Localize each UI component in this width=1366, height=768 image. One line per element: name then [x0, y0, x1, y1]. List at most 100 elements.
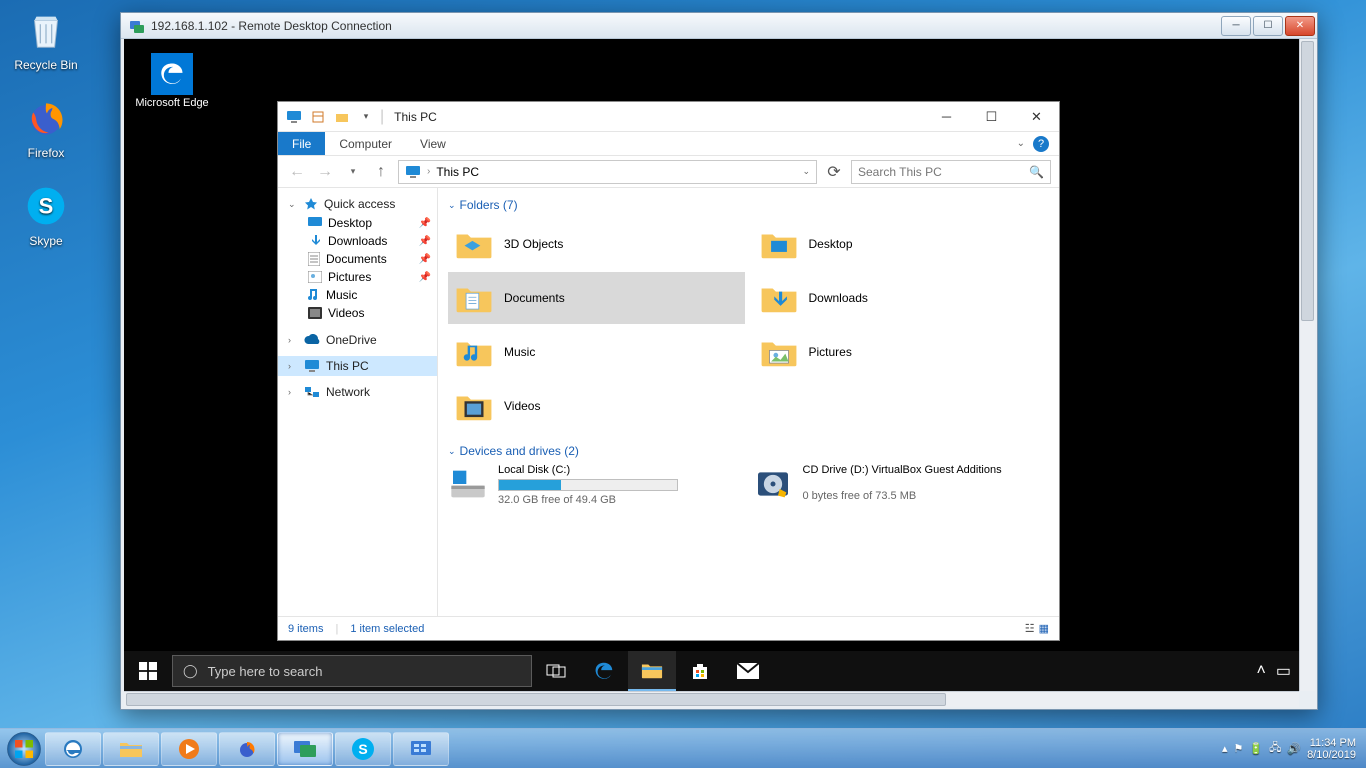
navpane-qa-documents[interactable]: Documents📌 [278, 250, 437, 268]
tray-network-icon[interactable]: 🖧 [1269, 739, 1281, 758]
folder-downloads[interactable]: Downloads [753, 272, 1050, 324]
explorer-titlebar[interactable]: ▾ | This PC ─ ☐ ✕ [278, 102, 1059, 132]
view-details-icon[interactable]: ☳ [1025, 622, 1035, 635]
navpane-qa-music[interactable]: Music [278, 286, 437, 304]
explorer-status-bar: 9 items | 1 item selected ☳ ▦ [278, 616, 1059, 640]
navpane-this-pc[interactable]: ›This PC [278, 356, 437, 376]
folder-videos[interactable]: Videos [448, 380, 745, 432]
ribbon-help-icon[interactable]: ? [1033, 136, 1049, 152]
host-start-button[interactable] [4, 729, 44, 768]
navpane-qa-downloads[interactable]: Downloads📌 [278, 232, 437, 250]
explorer-ribbon: File Computer View ⌄ ? [278, 132, 1059, 156]
ribbon-tab-view[interactable]: View [406, 132, 460, 155]
nav-up-button[interactable]: ↑ [370, 161, 392, 183]
drive-cd-d[interactable]: CD Drive (D:) VirtualBox Guest Additions… [753, 464, 1050, 506]
explorer-address-bar: ← → ▾ ↑ › This PC ⌄ ⟳ Search This PC [278, 156, 1059, 188]
ribbon-tab-file[interactable]: File [278, 132, 325, 155]
taskbar-explorer-icon[interactable] [628, 651, 676, 691]
explorer-maximize-button[interactable]: ☐ [969, 102, 1014, 131]
task-view-button[interactable] [532, 651, 580, 691]
thispc-icon [405, 165, 421, 179]
rdc-app-icon [129, 18, 145, 34]
rdc-maximize-button[interactable]: ☐ [1253, 16, 1283, 36]
host-taskbar-controlpanel-icon[interactable] [393, 732, 449, 766]
host-taskbar-skype-icon[interactable]: S [335, 732, 391, 766]
tray-volume-icon[interactable]: 🔊 [1287, 742, 1301, 755]
navpane-onedrive[interactable]: ›OneDrive [278, 330, 437, 350]
tray-battery-icon[interactable]: 🔋 [1249, 742, 1263, 755]
skype-icon[interactable]: S Skype [6, 182, 86, 248]
taskbar-edge-icon[interactable] [580, 651, 628, 691]
navpane-quick-access[interactable]: ⌄ Quick access [278, 194, 437, 214]
ribbon-tab-computer[interactable]: Computer [325, 132, 406, 155]
qat-newfolder-icon[interactable] [332, 107, 352, 127]
taskbar-mail-icon[interactable] [724, 651, 772, 691]
skype-label: Skype [6, 234, 86, 248]
remote-desktop-icons: Microsoft Edge [134, 53, 210, 109]
taskbar-search-input[interactable]: ◯ Type here to search [172, 655, 532, 687]
pc-icon [304, 359, 320, 373]
host-taskbar-mediaplayer-icon[interactable] [161, 732, 217, 766]
explorer-title: This PC [394, 110, 437, 124]
rdc-close-button[interactable]: ✕ [1285, 16, 1315, 36]
host-taskbar-ie-icon[interactable] [45, 732, 101, 766]
ribbon-expand-icon[interactable]: ⌄ [1017, 138, 1025, 149]
tray-chevron-up-icon[interactable]: ˄ [1257, 662, 1266, 680]
devices-group-header[interactable]: ⌄Devices and drives (2) [448, 444, 1049, 458]
host-taskbar-rdc-icon[interactable] [277, 732, 333, 766]
explorer-window: ▾ | This PC ─ ☐ ✕ File Computer [277, 101, 1060, 641]
folders-group-header[interactable]: ⌄Folders (7) [448, 198, 1049, 212]
start-button[interactable] [124, 651, 172, 691]
host-taskbar-firefox-icon[interactable] [219, 732, 275, 766]
address-dropdown-icon[interactable]: ⌄ [802, 166, 810, 177]
pin-icon: 📌 [419, 236, 431, 247]
tray-action-center-icon[interactable]: ▭ [1276, 661, 1291, 681]
navpane-qa-videos[interactable]: Videos [278, 304, 437, 322]
rdc-titlebar[interactable]: 192.168.1.102 - Remote Desktop Connectio… [121, 13, 1317, 39]
qat-properties-icon[interactable] [308, 107, 328, 127]
refresh-button[interactable]: ⟳ [823, 162, 845, 182]
edge-icon[interactable]: Microsoft Edge [134, 53, 210, 109]
recycle-bin-label: Recycle Bin [6, 58, 86, 72]
rdc-title: 192.168.1.102 - Remote Desktop Connectio… [151, 19, 392, 33]
taskbar-search-placeholder: Type here to search [208, 664, 323, 679]
view-large-icon[interactable]: ▦ [1039, 622, 1049, 635]
folder-3d-objects[interactable]: 3D Objects [448, 218, 745, 270]
nav-back-button[interactable]: ← [286, 161, 308, 183]
pin-icon: 📌 [419, 272, 431, 283]
rdc-vertical-scrollbar[interactable] [1299, 39, 1315, 691]
address-location: This PC [436, 165, 479, 179]
taskbar-store-icon[interactable] [676, 651, 724, 691]
explorer-minimize-button[interactable]: ─ [924, 102, 969, 131]
folder-desktop[interactable]: Desktop [753, 218, 1050, 270]
svg-text:S: S [358, 741, 367, 757]
host-tray-clock[interactable]: 11:34 PM 8/10/2019 [1307, 737, 1356, 761]
navpane-network[interactable]: ›Network [278, 382, 437, 402]
address-box[interactable]: › This PC ⌄ [398, 160, 817, 184]
navigation-pane: ⌄ Quick access Desktop📌 Downloads📌 Docum… [278, 188, 438, 616]
explorer-search-input[interactable]: Search This PC 🔍 [851, 160, 1051, 184]
navpane-qa-pictures[interactable]: Pictures📌 [278, 268, 437, 286]
recycle-bin-icon[interactable]: Recycle Bin [6, 6, 86, 72]
pin-icon: 📌 [419, 218, 431, 229]
folder-pictures[interactable]: Pictures [753, 326, 1050, 378]
firefox-icon[interactable]: Firefox [6, 94, 86, 160]
search-icon: 🔍 [1029, 165, 1044, 179]
host-taskbar-explorer-icon[interactable] [103, 732, 159, 766]
tray-flag-icon[interactable]: ⚑ [1234, 742, 1244, 755]
search-placeholder: Search This PC [858, 165, 942, 179]
rdc-horizontal-scrollbar[interactable] [124, 691, 1299, 707]
navpane-qa-desktop[interactable]: Desktop📌 [278, 214, 437, 232]
qat-dropdown-icon[interactable]: ▾ [356, 107, 376, 127]
drive-local-c[interactable]: Local Disk (C:) 32.0 GB free of 49.4 GB [448, 464, 745, 506]
host-system-tray: ▴ ⚑ 🔋 🖧 🔊 11:34 PM 8/10/2019 [1222, 737, 1362, 761]
folder-music[interactable]: Music [448, 326, 745, 378]
rdc-minimize-button[interactable]: ─ [1221, 16, 1251, 36]
nav-forward-button[interactable]: → [314, 161, 336, 183]
explorer-close-button[interactable]: ✕ [1014, 102, 1059, 131]
explorer-sys-icon [284, 107, 304, 127]
tray-show-hidden-icon[interactable]: ▴ [1222, 742, 1228, 755]
drive-usage-bar [498, 479, 678, 491]
nav-recent-dropdown[interactable]: ▾ [342, 161, 364, 183]
folder-documents[interactable]: Documents [448, 272, 745, 324]
